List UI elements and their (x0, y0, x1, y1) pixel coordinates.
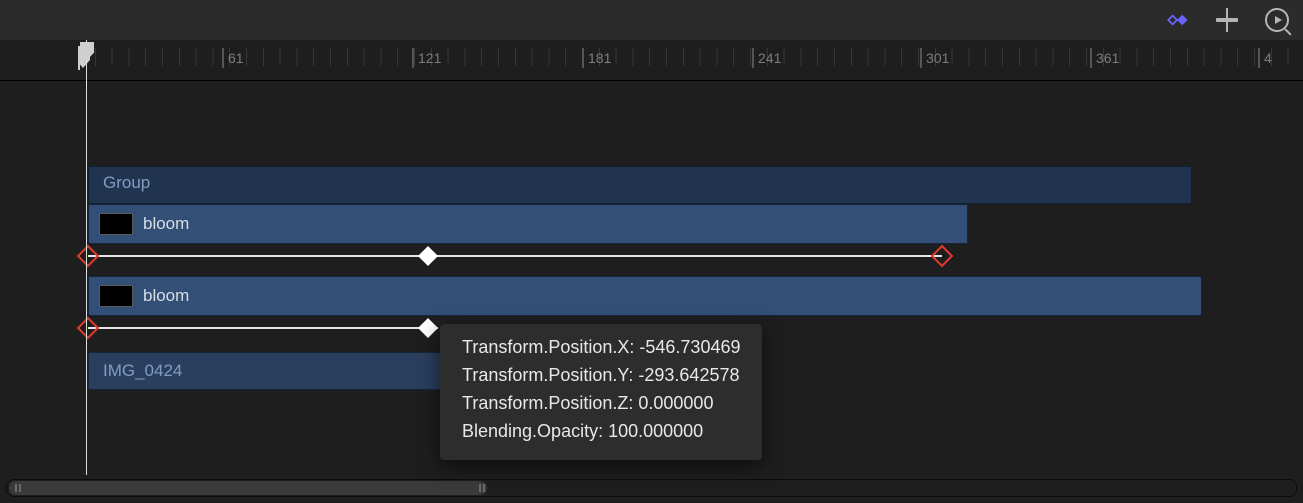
keyframe-diamond-icon[interactable] (931, 245, 954, 268)
clip-label: bloom (143, 214, 189, 234)
keyframe-mode-button[interactable] (1163, 8, 1191, 32)
tooltip-line: Transform.Position.Y: -293.642578 (462, 362, 740, 390)
tooltip-line: Blending.Opacity: 100.000000 (462, 418, 740, 446)
scrollbar-grip-icon (479, 484, 481, 492)
clip-bar-img[interactable]: IMG_0424 (88, 352, 454, 390)
ruler-tick-label: 361 (1096, 50, 1119, 66)
timeline-toolbar (0, 0, 1303, 41)
ruler-tick-label: 241 (758, 50, 781, 66)
clip-thumbnail-icon (99, 285, 133, 307)
tooltip-line: Transform.Position.X: -546.730469 (462, 334, 740, 362)
scrollbar-grip-icon (15, 484, 17, 492)
horizontal-scrollbar-thumb[interactable] (9, 481, 487, 495)
keyframe-line (88, 255, 942, 257)
ruler-tick-label: 121 (418, 50, 441, 66)
keyframe-line (88, 327, 438, 329)
group-track-label: Group (103, 173, 150, 193)
timeline-ruler[interactable]: 61 121 181 241 301 361 4 (0, 40, 1303, 81)
keyframe-diamond-icon[interactable] (77, 245, 100, 268)
group-track-bar[interactable]: Group (88, 166, 1192, 204)
keyframe-diamond-icon[interactable] (418, 246, 438, 266)
clip-bar-bloom-1[interactable]: bloom (88, 204, 968, 244)
clip-thumbnail-icon (99, 213, 133, 235)
keyframe-diamond-icon[interactable] (77, 317, 100, 340)
clip-label: IMG_0424 (103, 361, 182, 381)
range-start-marker[interactable] (78, 46, 96, 72)
play-search-button[interactable] (1263, 8, 1291, 32)
keyframe-diamond-icon[interactable] (418, 318, 438, 338)
keyframe-lane-1[interactable] (78, 248, 1291, 264)
ruler-tick-label: 61 (228, 50, 244, 66)
ruler-tick-label: 4 (1264, 50, 1272, 66)
keyframe-values-tooltip: Transform.Position.X: -546.730469Transfo… (440, 324, 762, 460)
ruler-tick-label: 301 (926, 50, 949, 66)
tooltip-line: Transform.Position.Z: 0.000000 (462, 390, 740, 418)
horizontal-scrollbar-track[interactable] (6, 479, 1297, 497)
clip-bar-bloom-2[interactable]: bloom (88, 276, 1202, 316)
ruler-tick-label: 181 (588, 50, 611, 66)
clip-label: bloom (143, 286, 189, 306)
snapping-toggle-button[interactable] (1213, 8, 1241, 32)
